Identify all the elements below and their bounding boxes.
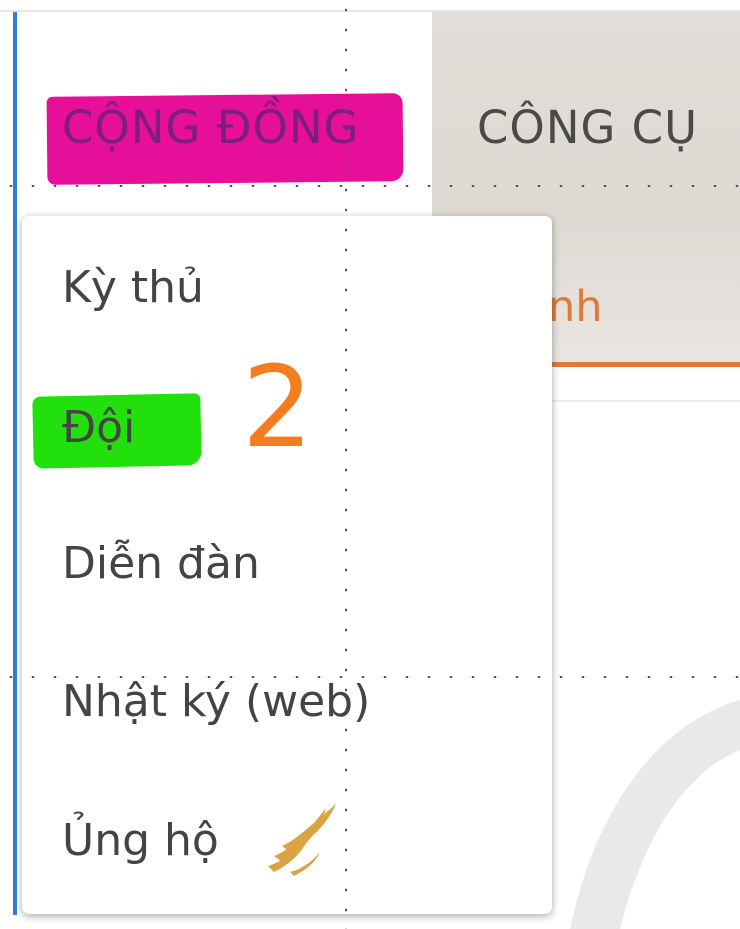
tab-community[interactable]: CỘNG ĐỒNG xyxy=(62,101,360,154)
dotted-guide-vertical xyxy=(345,0,347,929)
background-swoosh xyxy=(570,700,740,929)
wing-icon xyxy=(268,804,336,876)
menu-item-forum[interactable]: Diễn đàn xyxy=(62,538,260,589)
step-number-annotation: 2 xyxy=(242,343,314,473)
dotted-guide-horizontal-top xyxy=(0,185,740,187)
dotted-guide-horizontal-bottom xyxy=(0,676,740,678)
menu-item-support[interactable]: Ủng hộ xyxy=(62,815,219,866)
menu-item-players[interactable]: Kỳ thủ xyxy=(62,262,204,313)
left-accent-bar xyxy=(13,12,17,915)
tab-tools[interactable]: CÔNG CỤ xyxy=(477,101,698,154)
menu-item-blog[interactable]: Nhật ký (web) xyxy=(62,676,370,727)
tools-submenu-partial-label[interactable]: nh xyxy=(548,282,603,332)
menu-item-teams[interactable]: Đội xyxy=(62,402,135,453)
